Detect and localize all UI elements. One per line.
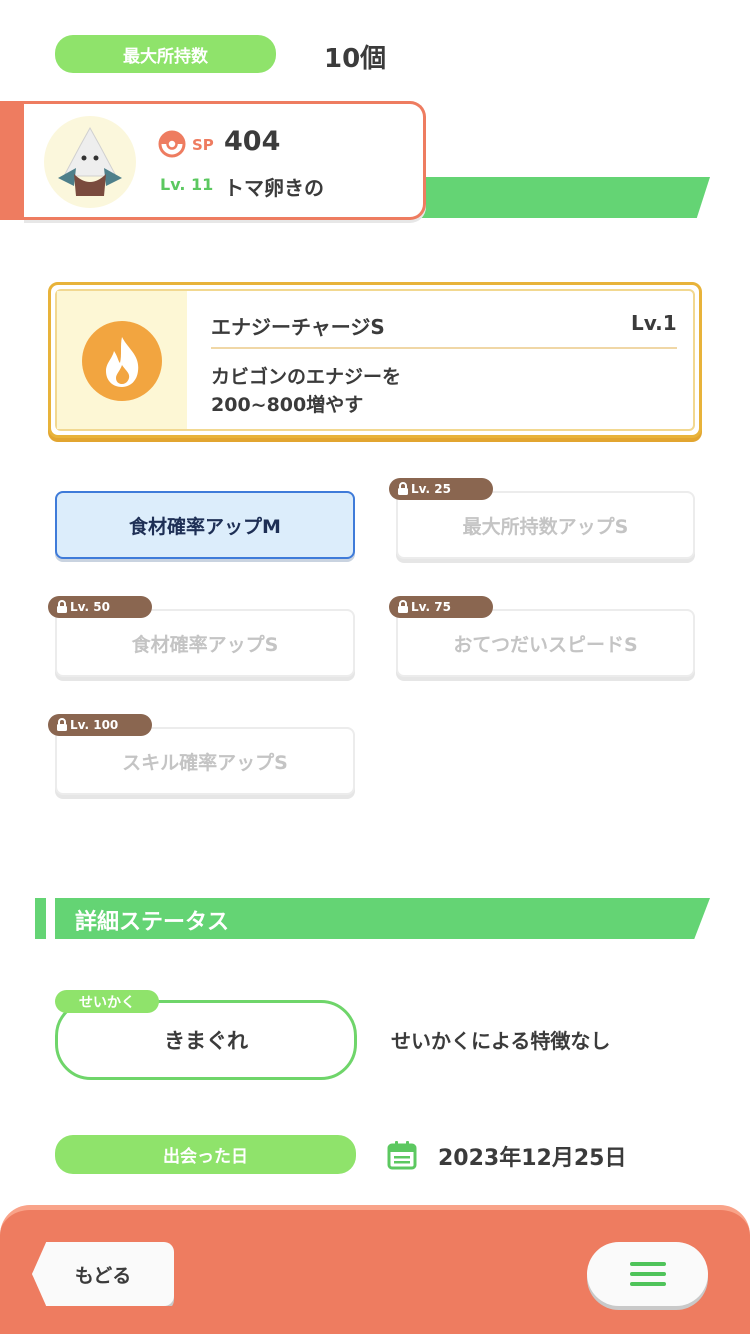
sub-skill-4-button[interactable]: おてつだいスピードS xyxy=(396,609,695,677)
sub-skill-3-button[interactable]: 食材確率アップS xyxy=(55,609,355,677)
sub-skill-1-button[interactable]: 食材確率アップM xyxy=(55,491,355,559)
sub-skill-3-unlock-level: Lv. 50 xyxy=(70,600,110,614)
calendar-icon xyxy=(386,1139,418,1171)
pokemon-name: トマ卵きの xyxy=(224,176,324,200)
met-date-value: 2023年12月25日 xyxy=(438,1146,627,1171)
lock-icon xyxy=(57,600,67,613)
max-carry-value: 10個 xyxy=(324,44,387,74)
sub-skill-5-lock-tag: Lv. 100 xyxy=(48,714,152,736)
main-skill-description: カビゴンのエナジーを 200~800増やす xyxy=(211,363,651,419)
main-skill-icon-panel xyxy=(57,291,187,429)
sub-skill-3-lock-tag: Lv. 50 xyxy=(48,596,152,618)
detail-section-header: 詳細ステータス xyxy=(55,898,710,939)
nature-tag: せいかく xyxy=(55,990,159,1013)
pokemon-portrait-icon xyxy=(44,116,136,208)
main-skill-desc-line2: 200~800増やす xyxy=(211,394,364,416)
main-skill-divider xyxy=(211,347,677,349)
hamburger-menu-icon xyxy=(629,1262,666,1286)
sub-skill-5-button[interactable]: スキル確率アップS xyxy=(55,727,355,795)
lock-icon xyxy=(57,718,67,731)
sp-value: 404 xyxy=(224,126,281,157)
main-skill-level: Lv.1 xyxy=(631,311,677,335)
lock-icon xyxy=(398,600,408,613)
nature-effect: せいかくによる特徴なし xyxy=(391,1029,611,1053)
pokemon-card[interactable]: SP 404 Lv. 11 トマ卵きの xyxy=(24,101,426,220)
main-skill-desc-line1: カビゴンのエナジーを xyxy=(211,366,402,388)
sp-label: SP xyxy=(192,136,214,154)
back-button[interactable]: もどる xyxy=(32,1242,174,1306)
detail-section-title: 詳細ステータス xyxy=(75,910,230,935)
menu-button[interactable] xyxy=(587,1242,708,1306)
sub-skill-4-unlock-level: Lv. 75 xyxy=(411,600,451,614)
main-skill-card[interactable]: エナジーチャージS Lv.1 カビゴンのエナジーを 200~800増やす xyxy=(48,282,702,438)
flame-icon xyxy=(82,321,162,401)
sub-skill-2-button[interactable]: 最大所持数アップS xyxy=(396,491,695,559)
section-marker xyxy=(35,898,46,939)
sub-skill-5-unlock-level: Lv. 100 xyxy=(70,718,119,732)
sub-skill-2-unlock-level: Lv. 25 xyxy=(411,482,451,496)
pokeball-icon xyxy=(158,130,186,158)
main-skill-name: エナジーチャージS xyxy=(211,315,385,339)
sub-skill-4-lock-tag: Lv. 75 xyxy=(389,596,493,618)
pokemon-level: Lv. 11 xyxy=(160,175,214,194)
lock-icon xyxy=(398,482,408,495)
met-date-label: 出会った日 xyxy=(55,1135,356,1174)
sub-skill-2-lock-tag: Lv. 25 xyxy=(389,478,493,500)
main-skill-inner: エナジーチャージS Lv.1 カビゴンのエナジーを 200~800増やす xyxy=(55,289,695,431)
max-carry-label: 最大所持数 xyxy=(55,35,276,73)
header-green-band xyxy=(380,177,710,218)
